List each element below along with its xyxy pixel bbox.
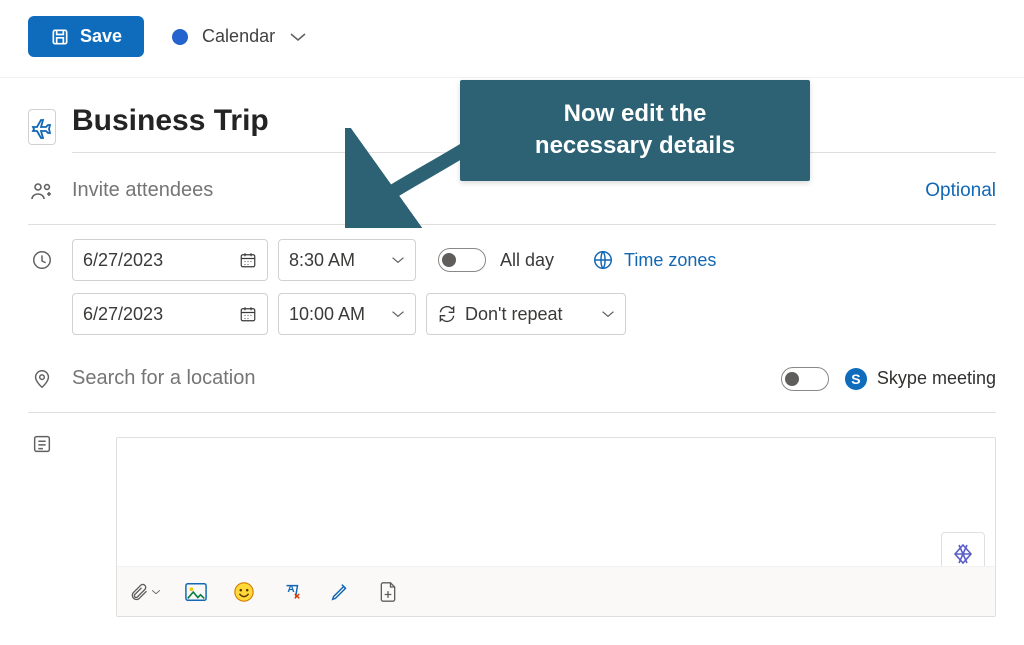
notes-icon bbox=[28, 433, 56, 455]
insert-image-button[interactable] bbox=[183, 579, 209, 605]
time-zones-label: Time zones bbox=[624, 250, 716, 271]
insert-file-button[interactable] bbox=[375, 579, 401, 605]
file-add-icon bbox=[378, 581, 398, 603]
start-time-value: 8:30 AM bbox=[289, 250, 355, 271]
chevron-down-icon bbox=[391, 309, 405, 319]
all-day-group: All day bbox=[438, 248, 554, 272]
save-icon bbox=[50, 27, 70, 47]
end-time-value: 10:00 AM bbox=[289, 304, 365, 325]
calendar-color-dot bbox=[172, 29, 188, 45]
location-row: S Skype meeting bbox=[28, 351, 996, 413]
category-button[interactable] bbox=[28, 109, 56, 145]
optional-link[interactable]: Optional bbox=[925, 180, 996, 202]
calendar-icon bbox=[239, 251, 257, 269]
calendar-picker[interactable]: Calendar bbox=[172, 26, 307, 47]
end-time-input[interactable]: 10:00 AM bbox=[278, 293, 416, 335]
svg-text:A: A bbox=[287, 584, 295, 595]
highlight-icon bbox=[329, 581, 351, 603]
save-label: Save bbox=[80, 26, 122, 47]
clear-format-icon: A bbox=[281, 581, 303, 603]
location-input[interactable] bbox=[72, 361, 765, 396]
description-editor[interactable]: A bbox=[116, 437, 996, 617]
end-date-value: 6/27/2023 bbox=[83, 304, 163, 325]
save-button[interactable]: Save bbox=[28, 16, 144, 57]
start-row: 6/27/2023 8:30 AM All day bbox=[72, 239, 996, 281]
paperclip-icon bbox=[129, 582, 149, 602]
airplane-icon bbox=[30, 115, 54, 139]
callout-arrow bbox=[345, 128, 485, 228]
start-time-input[interactable]: 8:30 AM bbox=[278, 239, 416, 281]
highlight-button[interactable] bbox=[327, 579, 353, 605]
all-day-toggle[interactable] bbox=[438, 248, 486, 272]
emoji-button[interactable] bbox=[231, 579, 257, 605]
clear-formatting-button[interactable]: A bbox=[279, 579, 305, 605]
calendar-icon bbox=[239, 305, 257, 323]
start-date-value: 6/27/2023 bbox=[83, 250, 163, 271]
tutorial-callout: Now edit the necessary details bbox=[460, 80, 810, 181]
end-row: 6/27/2023 10:00 AM Don't repeat bbox=[72, 293, 996, 335]
emoji-icon bbox=[233, 581, 255, 603]
recurrence-input[interactable]: Don't repeat bbox=[426, 293, 626, 335]
toolbar: Save Calendar bbox=[0, 0, 1024, 78]
datetime-row: 6/27/2023 8:30 AM All day bbox=[28, 229, 996, 345]
chevron-down-icon bbox=[601, 309, 615, 319]
chevron-down-icon bbox=[151, 588, 161, 596]
description-row: A bbox=[28, 417, 996, 627]
chevron-down-icon bbox=[391, 255, 405, 265]
location-icon bbox=[28, 368, 56, 390]
callout-line2: necessary details bbox=[482, 130, 788, 162]
diamond-icon bbox=[951, 542, 975, 566]
skype-label: Skype meeting bbox=[877, 368, 996, 389]
all-day-label: All day bbox=[500, 250, 554, 271]
editor-toolbar: A bbox=[117, 566, 995, 616]
recurrence-value: Don't repeat bbox=[465, 304, 563, 325]
chevron-down-icon bbox=[289, 31, 307, 43]
calendar-label: Calendar bbox=[202, 26, 275, 47]
time-zones-button[interactable]: Time zones bbox=[592, 249, 716, 271]
repeat-icon bbox=[437, 304, 457, 324]
globe-icon bbox=[592, 249, 614, 271]
attach-button[interactable] bbox=[129, 579, 161, 605]
people-icon bbox=[28, 179, 56, 203]
skype-meeting-group: S Skype meeting bbox=[845, 368, 996, 390]
end-date-input[interactable]: 6/27/2023 bbox=[72, 293, 268, 335]
skype-icon: S bbox=[845, 368, 867, 390]
online-meeting-toggle[interactable] bbox=[781, 367, 829, 391]
callout-line1: Now edit the bbox=[482, 98, 788, 130]
clock-icon bbox=[28, 249, 56, 271]
start-date-input[interactable]: 6/27/2023 bbox=[72, 239, 268, 281]
image-icon bbox=[185, 582, 207, 602]
